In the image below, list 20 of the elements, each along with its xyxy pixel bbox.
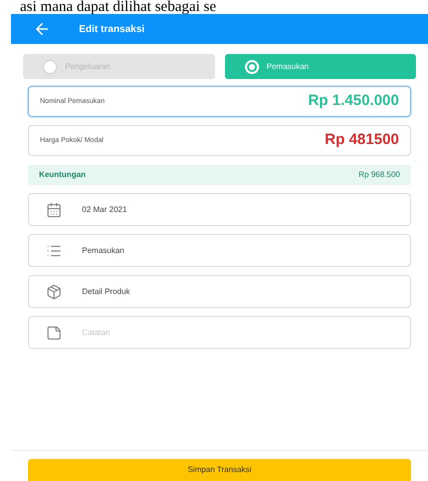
- form-field[interactable]: 02 Mar 2021: [28, 193, 411, 226]
- amount-value: Rp 1.450.000: [308, 91, 399, 112]
- note-icon: [46, 324, 62, 340]
- profit-value: Rp 968.500: [358, 169, 400, 181]
- header-title: Edit transaksi: [79, 22, 145, 36]
- field-value: Detail Produk: [82, 286, 130, 298]
- save-button[interactable]: Simpan Transaksi: [28, 459, 411, 481]
- page-caption: asi mana dapat dilihat sebagai se: [19, 0, 218, 14]
- field-placeholder: Catatan: [82, 326, 110, 338]
- form-field[interactable]: Pemasukan: [28, 234, 411, 267]
- box-icon: [46, 284, 62, 300]
- radio-icon: [244, 60, 258, 74]
- form-field[interactable]: Detail Produk: [28, 275, 411, 308]
- field-value: Pemasukan: [82, 244, 124, 256]
- back-icon[interactable]: [33, 20, 51, 38]
- radio-icon: [43, 60, 57, 74]
- calendar-icon: [46, 202, 62, 218]
- amount-value: Rp 481500: [324, 130, 399, 150]
- profit-label: Keuntungan: [39, 169, 86, 181]
- field-value: 02 Mar 2021: [82, 204, 127, 216]
